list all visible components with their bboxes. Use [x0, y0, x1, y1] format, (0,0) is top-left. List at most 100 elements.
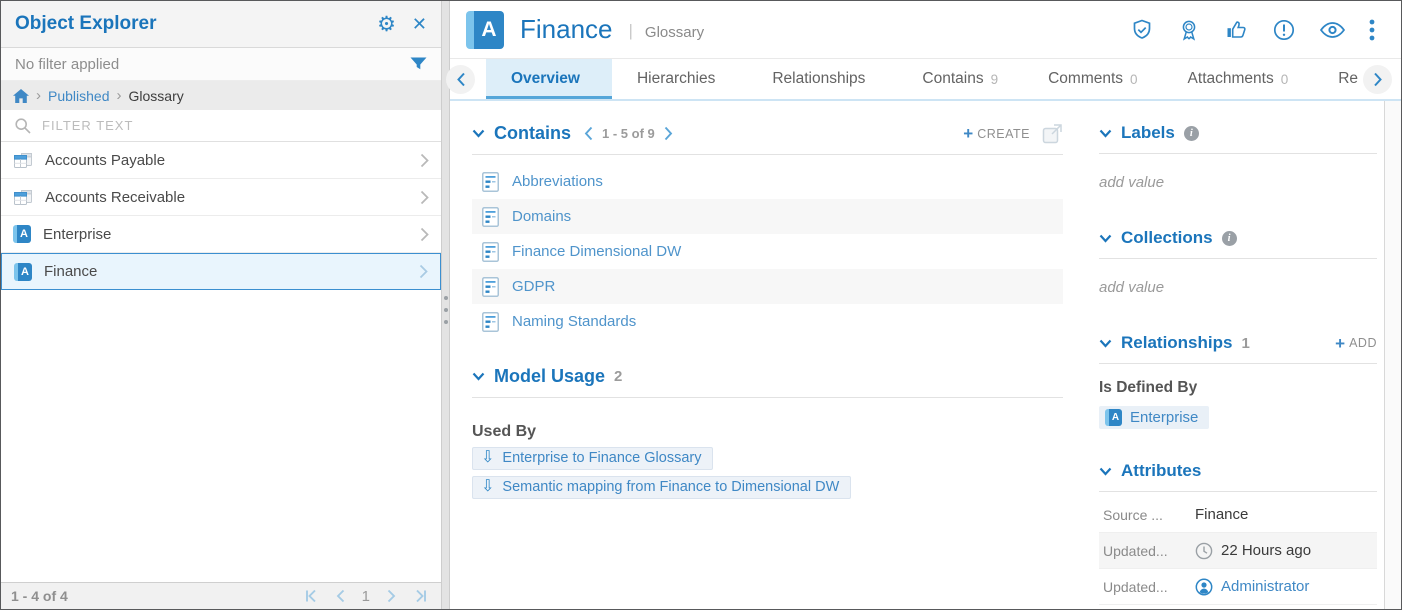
- current-page: 1: [362, 588, 370, 605]
- collapse-chevron-icon[interactable]: [1099, 339, 1112, 348]
- document-icon: [482, 242, 499, 262]
- attribute-value: 22 Hours ago: [1195, 542, 1311, 560]
- mapping-chip-row: ⇩ Enterprise to Finance Glossary: [472, 447, 1063, 470]
- info-icon[interactable]: i: [1184, 126, 1199, 141]
- home-icon[interactable]: [13, 89, 29, 103]
- document-icon: [482, 172, 499, 192]
- next-page-icon[interactable]: [664, 126, 673, 141]
- eye-icon[interactable]: [1319, 18, 1346, 42]
- mapping-chip-semantic-mapping[interactable]: ⇩ Semantic mapping from Finance to Dimen…: [472, 476, 851, 499]
- divider: [472, 397, 1063, 398]
- mapping-arrow-icon: ⇩: [481, 479, 494, 495]
- attribute-row-updated-time: Updated... 22 Hours ago: [1099, 533, 1377, 569]
- vertical-scrollbar[interactable]: [1384, 101, 1401, 609]
- contains-pager: 1 - 5 of 9: [584, 126, 673, 141]
- divider: [1099, 363, 1377, 364]
- settings-gear-icon[interactable]: ⚙: [377, 14, 396, 35]
- filter-text-input[interactable]: [42, 118, 427, 133]
- award-ribbon-icon[interactable]: [1177, 18, 1201, 42]
- contains-tools: + CREATE: [963, 123, 1063, 144]
- chevron-right-icon: [420, 190, 429, 205]
- last-page-icon[interactable]: [413, 589, 427, 603]
- list-item-enterprise[interactable]: A Enterprise: [1, 216, 441, 253]
- collections-add-value[interactable]: add value: [1099, 279, 1377, 296]
- contains-item-naming-standards[interactable]: Naming Standards: [472, 304, 1063, 339]
- attribute-value: Finance: [1195, 506, 1248, 523]
- tab-relationships[interactable]: Relationships: [747, 59, 897, 99]
- panel-title: Object Explorer: [15, 13, 377, 35]
- close-icon[interactable]: ✕: [412, 15, 427, 33]
- divider: [1099, 153, 1377, 154]
- mapping-chip-row: ⇩ Semantic mapping from Finance to Dimen…: [472, 476, 1063, 499]
- section-count: 2: [614, 368, 622, 385]
- first-page-icon[interactable]: [305, 589, 319, 603]
- chevron-right-icon: [420, 153, 429, 168]
- model-usage-section: Model Usage 2 Used By ⇩ Enterprise to Fi…: [472, 366, 1063, 499]
- collapse-chevron-icon[interactable]: [472, 129, 485, 138]
- labels-add-value[interactable]: add value: [1099, 174, 1377, 191]
- list-item-accounts-payable[interactable]: Accounts Payable: [1, 142, 441, 179]
- next-page-icon[interactable]: [387, 589, 396, 603]
- kebab-menu-icon[interactable]: [1369, 18, 1375, 42]
- section-title: Contains: [494, 123, 571, 144]
- labels-section-header: Labels i: [1099, 123, 1377, 143]
- object-explorer-panel: Object Explorer ⚙ ✕ No filter applied › …: [1, 1, 441, 609]
- tab-attachments[interactable]: Attachments0: [1163, 59, 1314, 99]
- document-icon: [482, 207, 499, 227]
- contains-item-gdpr[interactable]: GDPR: [472, 269, 1063, 304]
- create-button[interactable]: + CREATE: [963, 125, 1030, 142]
- breadcrumb-separator: ›: [117, 87, 122, 104]
- user-link[interactable]: Administrator: [1195, 578, 1309, 596]
- model-usage-header: Model Usage 2: [472, 366, 1063, 387]
- asset-type-label: Glossary: [645, 24, 704, 41]
- divider: [1099, 491, 1377, 492]
- list-item-accounts-receivable[interactable]: Accounts Receivable: [1, 179, 441, 216]
- tabs-scroll-left-button[interactable]: [446, 65, 475, 94]
- contains-range: 1 - 5 of 9: [602, 126, 655, 141]
- collapse-chevron-icon[interactable]: [472, 372, 485, 381]
- tabs: Overview Hierarchies Relationships Conta…: [486, 59, 1401, 99]
- tab-comments[interactable]: Comments0: [1023, 59, 1162, 99]
- document-icon: [482, 312, 499, 332]
- collapse-chevron-icon[interactable]: [1099, 234, 1112, 243]
- info-icon[interactable]: i: [1222, 231, 1237, 246]
- chevron-right-icon: [420, 227, 429, 242]
- mapping-chip-enterprise-to-finance[interactable]: ⇩ Enterprise to Finance Glossary: [472, 447, 713, 470]
- collapse-chevron-icon[interactable]: [1099, 129, 1112, 138]
- contains-item-finance-dimensional-dw[interactable]: Finance Dimensional DW: [472, 234, 1063, 269]
- contains-item-domains[interactable]: Domains: [472, 199, 1063, 234]
- plus-icon: +: [1335, 335, 1345, 352]
- relationships-section-header: Relationships 1 + ADD: [1099, 333, 1377, 353]
- filter-funnel-icon[interactable]: [410, 57, 427, 72]
- breadcrumb-separator: ›: [36, 87, 41, 104]
- attributes-table: Source ... Finance Updated... 22 Hours a…: [1099, 497, 1377, 605]
- tabs-scroll-right-button[interactable]: [1363, 65, 1392, 94]
- alert-circle-icon[interactable]: [1272, 18, 1296, 42]
- list-item-finance[interactable]: A Finance: [1, 253, 441, 290]
- plus-icon: +: [963, 125, 973, 142]
- list-item-label: Accounts Receivable: [45, 189, 185, 206]
- prev-page-icon[interactable]: [584, 126, 593, 141]
- related-glossary-chip-enterprise[interactable]: A Enterprise: [1099, 406, 1209, 429]
- search-icon: [15, 118, 31, 134]
- panel-splitter[interactable]: [441, 1, 450, 609]
- breadcrumb-link-published[interactable]: Published: [48, 88, 110, 104]
- tab-hierarchies[interactable]: Hierarchies: [612, 59, 747, 99]
- used-by-label: Used By: [472, 423, 1063, 441]
- attribute-row-updated-by: Updated... Administrator: [1099, 569, 1377, 605]
- clock-icon: [1195, 542, 1213, 560]
- result-range: 1 - 4 of 4: [11, 588, 305, 604]
- overview-content: Contains 1 - 5 of 9 + CREATE: [450, 103, 1384, 609]
- thumbs-up-icon[interactable]: [1224, 18, 1249, 42]
- header-action-icons: [1130, 18, 1385, 42]
- contains-item-abbreviations[interactable]: Abbreviations: [472, 164, 1063, 199]
- shield-check-icon[interactable]: [1130, 18, 1154, 42]
- user-avatar-icon: [1195, 578, 1213, 596]
- collapse-chevron-icon[interactable]: [1099, 467, 1112, 476]
- tab-overview[interactable]: Overview: [486, 59, 612, 99]
- page-title: Finance: [520, 14, 613, 45]
- open-in-new-icon[interactable]: [1042, 123, 1063, 144]
- tab-contains[interactable]: Contains9: [897, 59, 1023, 99]
- prev-page-icon[interactable]: [336, 589, 345, 603]
- add-relationship-button[interactable]: + ADD: [1335, 335, 1377, 352]
